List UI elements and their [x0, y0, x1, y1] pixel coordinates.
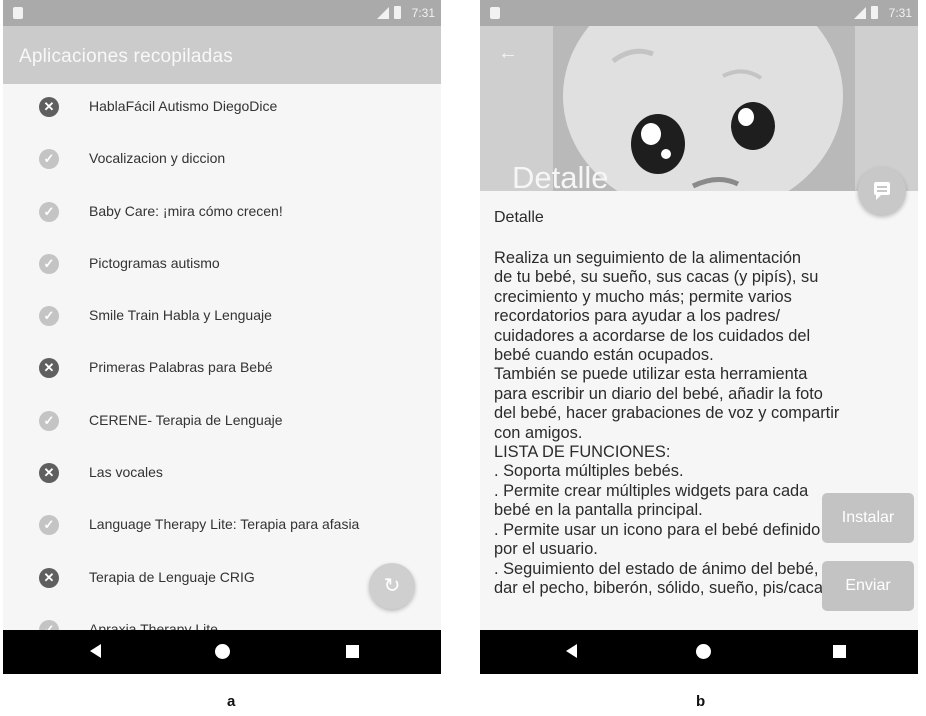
list-item[interactable]: ✕ Primeras Palabras para Bebé	[3, 341, 441, 393]
install-button[interactable]: Instalar	[822, 493, 914, 543]
list-item[interactable]: ✓ Baby Care: ¡mira cómo crecen!	[3, 185, 441, 237]
header-title: Detalle	[512, 160, 609, 191]
list-item[interactable]: ✓ CERENE- Terapia de Lenguaje	[3, 394, 441, 446]
cross-icon: ✕	[39, 97, 59, 117]
list-item-label: Primeras Palabras para Bebé	[89, 359, 273, 376]
section-title: Detalle	[494, 209, 544, 226]
check-icon: ✓	[39, 149, 59, 170]
list-item-label: Las vocales	[89, 464, 163, 481]
send-button[interactable]: Enviar	[822, 561, 914, 611]
list-item-label: Baby Care: ¡mira cómo crecen!	[89, 202, 283, 219]
caption-a: a	[227, 693, 236, 710]
back-nav-icon[interactable]	[566, 644, 577, 658]
cross-icon: ✕	[39, 463, 59, 484]
list-item[interactable]: ✓ Pictogramas autismo	[3, 237, 441, 289]
home-nav-icon[interactable]	[215, 644, 230, 659]
caption-b: b	[696, 693, 706, 710]
cross-icon: ✕	[39, 567, 59, 588]
list-item[interactable]: ✕ Las vocales	[3, 446, 441, 498]
app-bar: Aplicaciones recopiladas	[3, 26, 441, 84]
header-banner: ← Detalle	[480, 26, 918, 191]
refresh-icon: ↻	[383, 575, 401, 597]
check-icon: ✓	[39, 410, 59, 431]
cross-icon: ✕	[39, 358, 59, 379]
list-item-label: Pictogramas autismo	[89, 254, 220, 271]
app-description: Realiza un seguimiento de la alimentació…	[494, 249, 840, 597]
check-icon: ✓	[39, 306, 59, 327]
refresh-button[interactable]: ↻	[369, 563, 415, 609]
notification-icon	[490, 7, 500, 19]
list-item-label: Vocalizacion y diccion	[89, 150, 226, 167]
list-item[interactable]: ✓ Vocalizacion y diccion	[3, 132, 441, 184]
check-icon: ✓	[39, 253, 59, 274]
list-item[interactable]: ✓ Language Therapy Lite: Terapia para afa…	[3, 498, 441, 550]
page-title: Aplicaciones recopiladas	[19, 46, 233, 67]
signal-icon	[377, 7, 389, 19]
comment-button[interactable]	[858, 167, 906, 215]
list-item-label: HablaFácil Autismo DiegoDice	[89, 98, 278, 114]
status-time: 7:31	[888, 6, 912, 20]
back-nav-icon[interactable]	[90, 644, 101, 658]
battery-icon	[871, 6, 878, 19]
navigation-bar	[3, 630, 441, 674]
back-arrow-icon[interactable]: ←	[498, 42, 518, 65]
status-bar: 7:31	[480, 0, 918, 26]
list-item-label: Terapia de Lenguaje CRIG	[89, 568, 255, 585]
home-nav-icon[interactable]	[696, 644, 711, 659]
recents-nav-icon[interactable]	[833, 645, 846, 658]
list-item[interactable]: ✓ Smile Train Habla y Lenguaje	[3, 289, 441, 341]
screen-app-detail: 7:31 ← Detalle Detalle Realiza un seguim…	[480, 0, 918, 674]
battery-icon	[394, 6, 401, 19]
status-time: 7:31	[411, 6, 435, 20]
recents-nav-icon[interactable]	[346, 645, 359, 658]
screen-collected-apps: 7:31 Aplicaciones recopiladas ✕ HablaFáci…	[3, 0, 441, 674]
navigation-bar	[480, 630, 918, 674]
list-item[interactable]: ✕ HablaFácil Autismo DiegoDice	[3, 80, 441, 132]
status-bar: 7:31	[3, 0, 441, 26]
check-icon: ✓	[39, 515, 59, 536]
comment-icon	[874, 182, 890, 200]
list-item-label: CERENE- Terapia de Lenguaje	[89, 411, 283, 428]
signal-icon	[854, 7, 866, 19]
list-item-label: Language Therapy Lite: Terapia para afas…	[89, 516, 360, 533]
check-icon: ✓	[39, 201, 59, 222]
notification-icon	[13, 7, 23, 19]
list-item-label: Smile Train Habla y Lenguaje	[89, 307, 272, 324]
